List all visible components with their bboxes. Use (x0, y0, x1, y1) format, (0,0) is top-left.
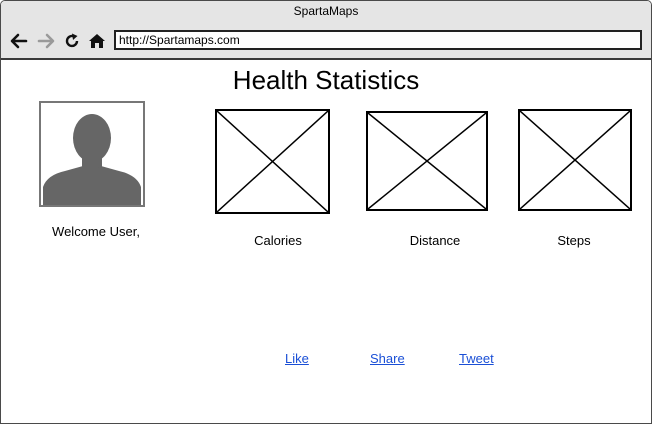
back-button[interactable] (9, 31, 29, 51)
stat-label-distance: Distance (409, 233, 461, 248)
page-title: Health Statistics (232, 65, 420, 95)
image-placeholder-icon (368, 113, 486, 209)
image-placeholder-icon (217, 111, 328, 212)
home-icon (89, 34, 105, 48)
steps-image (518, 109, 632, 211)
browser-toolbar: SpartaMaps http://Spartamaps.com (1, 1, 651, 60)
user-silhouette-icon (43, 114, 141, 205)
arrow-left-icon (10, 33, 28, 49)
window-title: SpartaMaps (293, 4, 359, 18)
avatar (39, 101, 145, 207)
distance-image (366, 111, 488, 211)
arrow-right-icon (37, 33, 55, 49)
calories-image (215, 109, 330, 214)
stat-label-steps: Steps (557, 233, 591, 248)
share-link[interactable]: Share (370, 351, 405, 366)
reload-button[interactable] (62, 31, 82, 51)
browser-window: SpartaMaps http://Spartamaps.com Health … (0, 0, 652, 424)
forward-button[interactable] (36, 31, 56, 51)
like-link[interactable]: Like (285, 351, 309, 366)
reload-icon (65, 33, 79, 48)
tweet-link[interactable]: Tweet (459, 351, 494, 366)
url-input[interactable]: http://Spartamaps.com (114, 30, 642, 50)
home-button[interactable] (87, 31, 107, 51)
welcome-text: Welcome User, (52, 224, 140, 239)
image-placeholder-icon (520, 111, 630, 209)
stat-label-calories: Calories (254, 233, 302, 248)
page-content: Health Statistics Welcome User, Calories… (1, 60, 651, 423)
